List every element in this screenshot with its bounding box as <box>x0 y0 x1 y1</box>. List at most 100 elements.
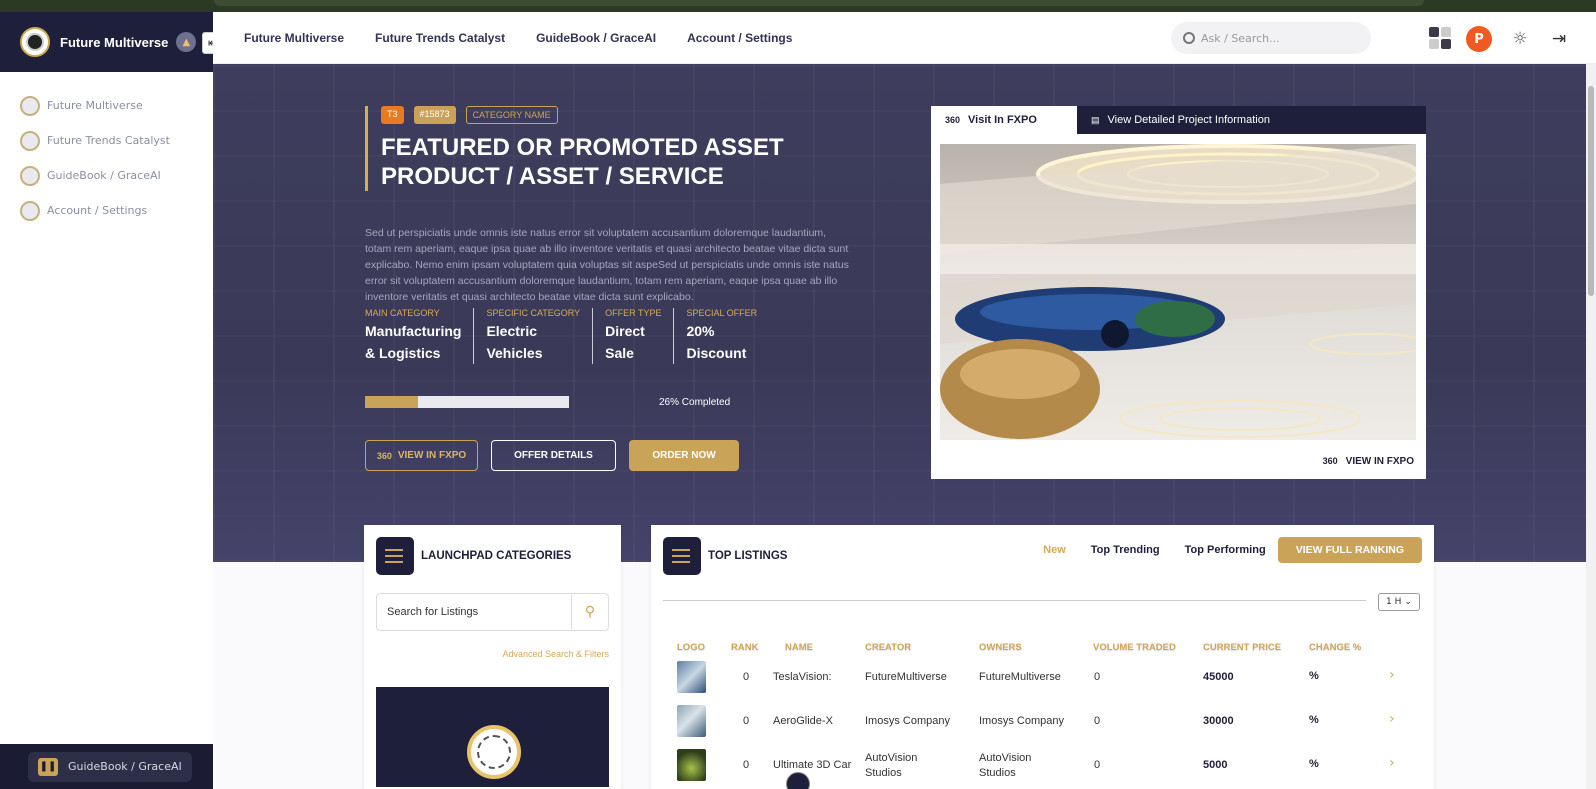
spec-value: Sale <box>605 345 634 361</box>
creator-cell: AutoVision <box>865 752 918 764</box>
tab-new[interactable]: New <box>1043 544 1066 556</box>
apps-grid-icon[interactable] <box>1429 27 1451 49</box>
viewer-tabs: 360 Visit In FXPO ▤ View Detailed Project … <box>931 106 1426 134</box>
owners-cell: AutoVision <box>979 752 1032 764</box>
sidebar-item-label: Future Multiverse <box>47 99 143 112</box>
spec-specific-category: SPECIFIC CATEGORY Electric Vehicles <box>486 308 594 364</box>
tab-view-detailed-info[interactable]: ▤ View Detailed Project Information <box>1077 106 1284 134</box>
viewer-footer-label: VIEW IN FXPO <box>1345 456 1414 467</box>
nav-link-future-multiverse[interactable]: Future Multiverse <box>244 31 344 45</box>
hero-banner: T3 #15873 CATEGORY NAME FEATURED OR PROM… <box>213 64 1586 562</box>
category-badge[interactable]: CATEGORY NAME <box>465 106 558 124</box>
col-owners: OWNERS <box>979 642 1022 653</box>
change-cell: % <box>1309 758 1319 770</box>
offer-details-button[interactable]: OFFER DETAILS <box>491 440 616 471</box>
hero-title-block: T3 #15873 CATEGORY NAME FEATURED OR PROM… <box>365 106 845 191</box>
listings-search-placeholder: Search for Listings <box>387 606 479 618</box>
guidebook-footer-button[interactable]: ❚❚ GuideBook / GraceAI <box>28 751 192 782</box>
book-icon: ❚❚ <box>38 757 58 776</box>
sidebar: Future Multiverse Future Trends Catalyst… <box>0 72 213 742</box>
col-creator: CREATOR <box>865 642 912 653</box>
view-in-fxpo-label: VIEW IN FXPO <box>397 450 467 461</box>
browser-top-strip <box>0 0 1596 12</box>
hero-content: T3 #15873 CATEGORY NAME FEATURED OR PROM… <box>365 106 849 471</box>
page-scrollbar[interactable] <box>1586 64 1596 789</box>
spec-value: Electric <box>486 323 538 339</box>
multiverse-icon <box>20 95 40 116</box>
table-row[interactable]: 0 Ultimate 3D Car AutoVision Studios Aut… <box>651 749 1434 789</box>
tab-top-trending[interactable]: Top Trending <box>1091 544 1160 556</box>
top-strip-bar <box>214 0 1424 6</box>
volume-cell: 0 <box>1094 759 1101 771</box>
spec-label: MAIN CATEGORY <box>365 308 440 318</box>
360-icon: 360 <box>376 450 392 461</box>
settings-icon <box>20 200 40 221</box>
price-cell: 30000 <box>1203 715 1234 727</box>
spec-label: SPECIFIC CATEGORY <box>486 308 581 318</box>
progress-label: 26% Completed <box>659 396 731 408</box>
name-cell[interactable]: Ultimate 3D Car <box>773 758 851 773</box>
search-input[interactable]: Ask / Search... <box>1171 22 1371 54</box>
showroom-scene-image[interactable] <box>940 144 1416 440</box>
period-select[interactable]: 1 H ⌄ <box>1378 593 1420 611</box>
chevron-right-icon[interactable]: › <box>1389 755 1395 771</box>
sidebar-header: Future Multiverse ▲ <box>0 12 213 72</box>
order-now-button[interactable]: ORDER NOW <box>629 440 739 471</box>
progress-bar <box>365 396 569 408</box>
chevron-right-icon[interactable]: › <box>1389 667 1395 683</box>
category-banner[interactable] <box>376 687 609 787</box>
name-cell[interactable]: AeroGlide-X <box>773 714 833 729</box>
sidebar-item-label: GuideBook / GraceAI <box>47 169 161 182</box>
change-cell: % <box>1309 714 1319 726</box>
sidebar-item-account-settings[interactable]: Account / Settings <box>0 193 213 228</box>
owners-cell-line2: Studios <box>979 767 1016 779</box>
col-logo: LOGO <box>677 642 705 653</box>
theme-toggle-sun-icon[interactable]: ☼ <box>1509 28 1531 50</box>
tier-badge: T3 <box>381 106 404 124</box>
list-icon <box>663 537 701 575</box>
chevron-right-icon[interactable]: › <box>1389 711 1395 727</box>
search-icon <box>1183 32 1195 44</box>
col-change: CHANGE % <box>1309 642 1362 653</box>
nav-link-future-trends-catalyst[interactable]: Future Trends Catalyst <box>375 31 505 45</box>
table-row[interactable]: 0 AeroGlide-X Imosys Company Imosys Comp… <box>651 705 1434 749</box>
col-rank: RANK <box>731 642 759 653</box>
floating-action-icon[interactable] <box>786 772 810 789</box>
listings-search-field[interactable]: Search for Listings ⚲ <box>376 593 609 631</box>
sidebar-item-future-multiverse[interactable]: Future Multiverse <box>0 88 213 123</box>
nav-link-account-settings[interactable]: Account / Settings <box>687 31 792 45</box>
progress-fill <box>365 396 419 408</box>
brand-logo-icon[interactable] <box>20 27 50 57</box>
volume-cell: 0 <box>1094 715 1101 727</box>
launchpad-categories-card: LAUNCHPAD CATEGORIES Search for Listings… <box>364 525 621 789</box>
table-row[interactable]: 0 TeslaVision: FutureMultiverse FutureMu… <box>651 661 1434 705</box>
sidebar-item-label: Account / Settings <box>47 204 148 217</box>
fxpo-viewer: 360 Visit In FXPO ▤ View Detailed Project … <box>931 106 1426 479</box>
name-cell[interactable]: TeslaVision: <box>773 670 832 685</box>
sidebar-item-future-trends-catalyst[interactable]: Future Trends Catalyst <box>0 123 213 158</box>
change-cell: % <box>1309 670 1319 682</box>
viewer-view-in-fxpo-link[interactable]: 360 VIEW IN FXPO <box>1323 456 1414 467</box>
scrollbar-thumb[interactable] <box>1588 86 1594 296</box>
hero-specs: MAIN CATEGORY Manufacturing & Logistics … <box>365 308 845 364</box>
notification-bell-icon[interactable]: ▲ <box>176 32 197 52</box>
spec-value: Manufacturing <box>365 323 462 339</box>
rank-cell: 0 <box>743 759 750 771</box>
view-in-fxpo-button[interactable]: 360 VIEW IN FXPO <box>365 440 478 471</box>
spec-value: Vehicles <box>486 345 543 361</box>
tab-top-performing[interactable]: Top Performing <box>1185 544 1266 556</box>
avatar[interactable]: P <box>1466 26 1492 52</box>
search-button[interactable]: ⚲ <box>571 594 608 630</box>
sidebar-item-guidebook[interactable]: GuideBook / GraceAI <box>0 158 213 193</box>
360-icon: 360 <box>945 115 961 125</box>
logout-icon[interactable]: ⇥ <box>1548 28 1570 50</box>
advanced-search-link[interactable]: Advanced Search & Filters <box>364 649 609 659</box>
chevron-down-icon: ⌄ <box>1404 597 1412 607</box>
tab-visit-in-fxpo[interactable]: 360 Visit In FXPO <box>931 106 1077 134</box>
trends-icon <box>20 130 40 151</box>
creator-cell: Imosys Company <box>865 715 950 727</box>
spec-value: & Logistics <box>365 345 441 361</box>
nav-link-guidebook[interactable]: GuideBook / GraceAI <box>536 31 656 45</box>
creator-cell-line2: Studios <box>865 767 902 779</box>
view-full-ranking-button[interactable]: VIEW FULL RANKING <box>1277 537 1422 563</box>
